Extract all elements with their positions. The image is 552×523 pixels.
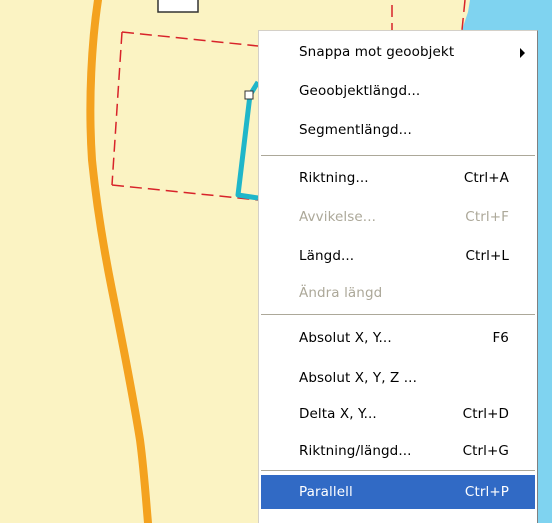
menu-separator xyxy=(261,155,535,157)
menu-item-segment-length[interactable]: Segmentlängd... xyxy=(261,113,535,147)
menu-item-direction[interactable]: Riktning... Ctrl+A xyxy=(261,161,535,195)
menu-item-shortcut: Ctrl+P xyxy=(464,484,509,500)
menu-item-shortcut: Ctrl+G xyxy=(462,443,509,459)
menu-separator xyxy=(261,470,535,472)
vertex-handle[interactable] xyxy=(244,90,254,100)
menu-item-label: Längd... xyxy=(299,248,355,264)
menu-item-label: Geoobjektlängd... xyxy=(299,83,421,99)
menu-item-label: Segmentlängd... xyxy=(299,122,412,138)
menu-separator xyxy=(261,314,535,316)
menu-item-label: Riktning... xyxy=(299,170,369,186)
menu-item-feature-length[interactable]: Geoobjektlängd... xyxy=(261,74,535,108)
submenu-arrow-icon xyxy=(520,48,525,58)
menu-item-change-length: Ändra längd xyxy=(261,276,535,310)
menu-item-label: Avvikelse... xyxy=(299,209,376,225)
map-marker xyxy=(157,0,199,13)
menu-item-label: Snappa mot geoobjekt xyxy=(299,44,455,60)
menu-item-shortcut: F6 xyxy=(492,330,509,346)
menu-item-absolute-xyz[interactable]: Absolut X, Y, Z ... xyxy=(261,361,535,395)
menu-item-label: Delta X, Y... xyxy=(299,406,377,422)
menu-item-label: Absolut X, Y, Z ... xyxy=(299,370,417,386)
menu-item-shortcut: Ctrl+L xyxy=(465,248,509,264)
menu-item-label: Parallell xyxy=(299,484,353,500)
menu-item-shortcut: Ctrl+F xyxy=(465,209,509,225)
menu-item-deflection: Avvikelse... Ctrl+F xyxy=(261,200,535,234)
menu-item-length[interactable]: Längd... Ctrl+L xyxy=(261,239,535,273)
menu-item-label: Riktning/längd... xyxy=(299,443,412,459)
context-menu: Snappa mot geoobjekt Geoobjektlängd... S… xyxy=(258,30,538,523)
menu-item-label: Absolut X, Y... xyxy=(299,330,392,346)
menu-item-absolute-xy[interactable]: Absolut X, Y... F6 xyxy=(261,321,535,355)
menu-item-label: Ändra längd xyxy=(299,285,383,301)
menu-item-shortcut: Ctrl+A xyxy=(463,170,509,186)
menu-item-direction-length[interactable]: Riktning/längd... Ctrl+G xyxy=(261,434,535,468)
menu-item-parallel[interactable]: Parallell Ctrl+P xyxy=(261,475,535,509)
menu-item-delta-xy[interactable]: Delta X, Y... Ctrl+D xyxy=(261,397,535,431)
menu-item-snap-to-feature[interactable]: Snappa mot geoobjekt xyxy=(261,35,535,69)
menu-item-shortcut: Ctrl+D xyxy=(462,406,509,422)
